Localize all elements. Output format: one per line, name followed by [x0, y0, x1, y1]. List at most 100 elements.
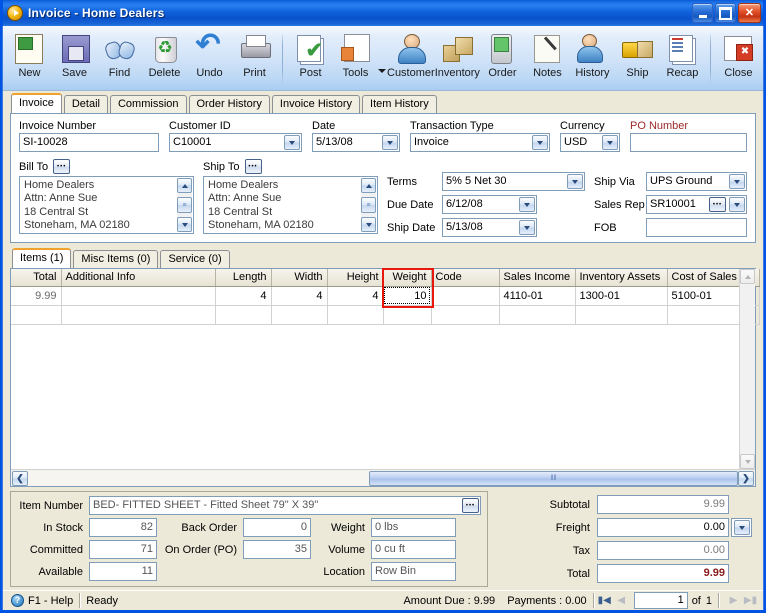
col-header-inventory-assets[interactable]: Inventory Assets — [575, 269, 668, 287]
cell-empty[interactable] — [431, 305, 500, 325]
item-number-lookup-button[interactable] — [462, 498, 479, 513]
chevron-down-icon[interactable] — [519, 197, 535, 212]
col-header-width[interactable]: Width — [271, 269, 328, 287]
cell-inventory-assets[interactable]: 1300-01 — [575, 286, 668, 306]
invoice-number-input[interactable]: SI-10028 — [19, 133, 159, 152]
fob-input[interactable] — [646, 218, 747, 237]
scroll-down-icon[interactable] — [361, 217, 376, 232]
location-input[interactable]: Row Bin — [371, 562, 456, 581]
first-record-icon[interactable]: ▮◀ — [596, 593, 613, 609]
freight-input[interactable]: 0.00 — [597, 518, 729, 537]
on-order-po-input[interactable]: 35 — [243, 540, 311, 559]
terms-combo[interactable]: 5% 5 Net 30 — [442, 172, 585, 191]
tab-invoice[interactable]: Invoice — [11, 93, 62, 113]
toolbar-button-find[interactable]: Find — [97, 29, 142, 89]
chevron-down-icon[interactable] — [729, 174, 745, 189]
toolbar-button-tools[interactable]: Tools — [333, 29, 378, 89]
cell-empty[interactable] — [61, 305, 216, 325]
cell-total[interactable]: 9.99 — [11, 286, 62, 306]
ship-to-lookup-button[interactable] — [244, 159, 262, 174]
cell-empty[interactable] — [575, 305, 668, 325]
scroll-right-icon[interactable]: ❯ — [738, 470, 754, 486]
cell-empty[interactable] — [383, 305, 432, 325]
committed-input[interactable]: 71 — [89, 540, 157, 559]
scroll-up-icon[interactable] — [361, 178, 376, 193]
minimize-button[interactable] — [692, 3, 713, 23]
bill-to-lookup-button[interactable] — [53, 159, 71, 174]
toolbar-button-print[interactable]: Print — [232, 29, 277, 89]
scrollbar-track[interactable] — [28, 470, 738, 486]
toolbar-button-history[interactable]: History — [570, 29, 615, 89]
toolbar-button-close[interactable]: Close — [716, 29, 761, 89]
tab-detail[interactable]: Detail — [63, 95, 108, 113]
table-row[interactable] — [11, 305, 760, 325]
toolbar-button-order[interactable]: Order — [480, 29, 525, 89]
ship-to-address-box[interactable]: Home Dealers Attn: Anne Sue 18 Central S… — [203, 176, 378, 234]
freight-taxable-combo[interactable]: N — [731, 518, 752, 537]
cell-empty[interactable] — [327, 305, 384, 325]
close-button[interactable] — [738, 3, 761, 23]
grid-tab-misc-items[interactable]: Misc Items (0) — [73, 250, 159, 268]
chevron-down-icon[interactable] — [734, 520, 750, 535]
chevron-down-icon[interactable] — [284, 135, 300, 150]
col-header-additional-info[interactable]: Additional Info — [61, 269, 216, 287]
scroll-down-icon[interactable] — [177, 217, 192, 232]
grid-vertical-scrollbar[interactable] — [739, 269, 755, 469]
toolbar-button-save[interactable]: Save — [52, 29, 97, 89]
chevron-down-icon[interactable] — [602, 135, 618, 150]
volume-input[interactable]: 0 cu ft — [371, 540, 456, 559]
sales-rep-lookup-button[interactable] — [709, 197, 726, 212]
available-input[interactable]: 11 — [89, 562, 157, 581]
chevron-down-icon[interactable] — [519, 220, 535, 235]
col-header-length[interactable]: Length — [215, 269, 272, 287]
toolbar-button-customer[interactable]: Customer — [387, 29, 435, 89]
previous-record-icon[interactable]: ◀ — [613, 593, 630, 609]
toolbar-button-new[interactable]: New — [7, 29, 52, 89]
table-row[interactable]: 9.99 4 4 4 10 4110-01 1300-01 5100-01 — [11, 286, 760, 306]
ship-date-combo[interactable]: 5/13/08 — [442, 218, 537, 237]
grid-tab-service[interactable]: Service (0) — [160, 250, 230, 268]
col-header-code[interactable]: Code — [431, 269, 500, 287]
item-number-input[interactable]: BED- FITTED SHEET - Fitted Sheet 79" X 3… — [89, 496, 481, 515]
col-header-sales-income[interactable]: Sales Income — [499, 269, 576, 287]
col-header-total[interactable]: Total — [11, 269, 62, 287]
cell-code[interactable] — [431, 286, 500, 306]
in-stock-input[interactable]: 82 — [89, 518, 157, 537]
cell-width[interactable]: 4 — [271, 286, 328, 306]
chevron-down-icon[interactable] — [382, 135, 398, 150]
cell-weight[interactable]: 10 — [383, 286, 432, 306]
weight-input[interactable]: 0 lbs — [371, 518, 456, 537]
cell-sales-income[interactable]: 4110-01 — [499, 286, 576, 306]
tab-item-history[interactable]: Item History — [362, 95, 437, 113]
currency-combo[interactable]: USD — [560, 133, 620, 152]
scroll-up-icon[interactable] — [740, 269, 755, 284]
tab-invoice-history[interactable]: Invoice History — [271, 95, 361, 113]
maximize-button[interactable] — [715, 3, 736, 23]
sales-rep-combo[interactable]: SR10001 — [646, 195, 747, 214]
chevron-down-icon[interactable] — [532, 135, 548, 150]
toolbar-button-recap[interactable]: Recap — [660, 29, 705, 89]
toolbar-button-notes[interactable]: Notes — [525, 29, 570, 89]
scroll-down-icon[interactable] — [740, 454, 755, 469]
scroll-up-icon[interactable] — [177, 178, 192, 193]
toolbar-button-undo[interactable]: Undo — [187, 29, 232, 89]
po-number-input[interactable] — [630, 133, 747, 152]
toolbar-button-inventory[interactable]: Inventory — [435, 29, 480, 89]
bill-to-scrollbar[interactable] — [177, 178, 192, 232]
cell-empty[interactable] — [499, 305, 576, 325]
scrollbar-thumb[interactable] — [361, 197, 376, 213]
ship-via-combo[interactable]: UPS Ground — [646, 172, 747, 191]
back-order-input[interactable]: 0 — [243, 518, 311, 537]
transaction-type-combo[interactable]: Invoice — [410, 133, 550, 152]
tab-commission[interactable]: Commission — [109, 95, 187, 113]
chevron-down-icon[interactable] — [729, 197, 745, 212]
date-combo[interactable]: 5/13/08 — [312, 133, 400, 152]
col-header-height[interactable]: Height — [327, 269, 384, 287]
help-section[interactable]: ? F1 - Help — [5, 593, 79, 609]
record-number-input[interactable]: 1 — [633, 592, 688, 609]
scroll-left-icon[interactable]: ❮ — [12, 470, 28, 486]
cell-length[interactable]: 4 — [215, 286, 272, 306]
toolbar-button-ship[interactable]: Ship — [615, 29, 660, 89]
grid-tab-items[interactable]: Items (1) — [12, 248, 72, 268]
scrollbar-thumb[interactable] — [368, 470, 738, 486]
